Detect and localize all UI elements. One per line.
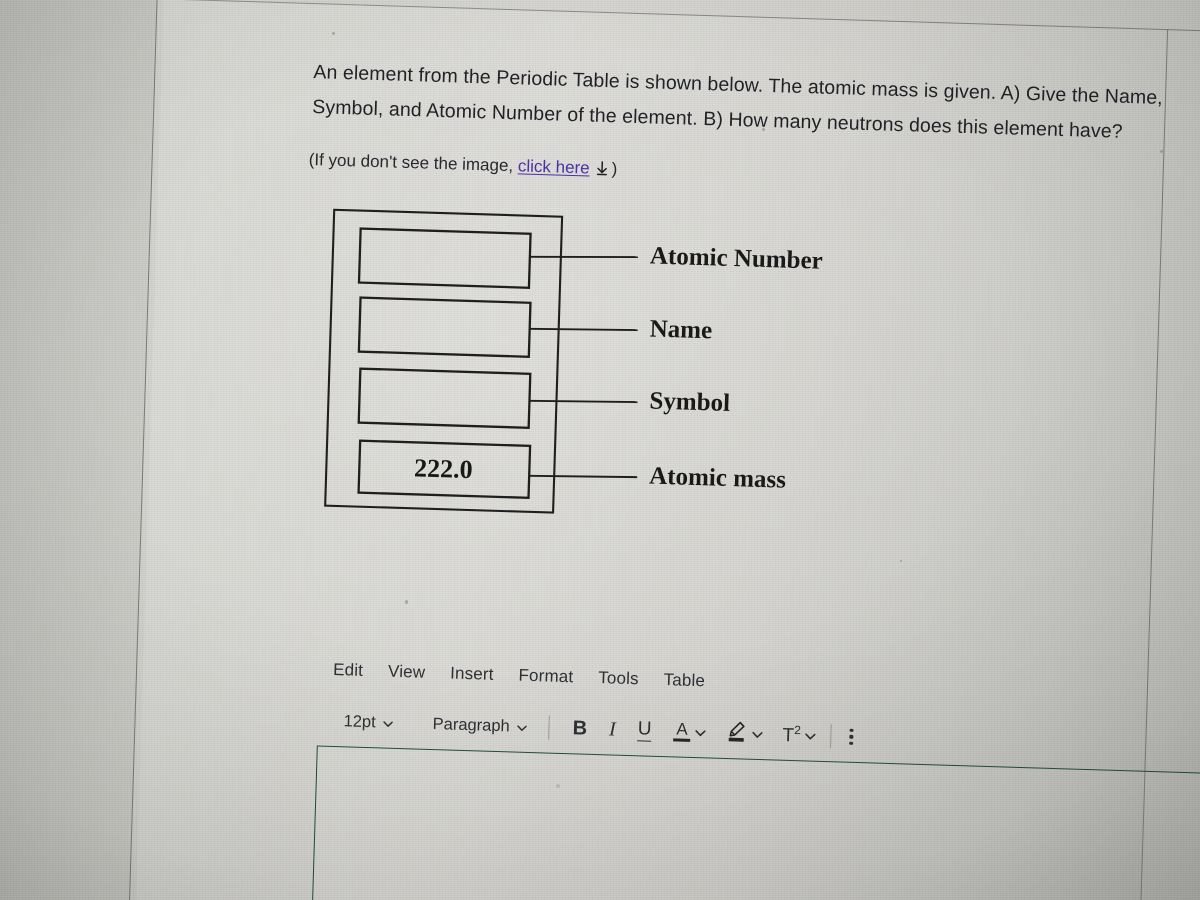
menu-item-edit[interactable]: Edit [333,660,363,681]
page-plane: An element from the Periodic Table is sh… [0,0,1200,900]
hint-suffix: ) [611,159,618,179]
element-diagram: 222.0 Atomic Number Name Symbol Atomic m… [320,202,850,538]
image-fallback-hint: (If you don't see the image, click here) [308,150,617,182]
superscript-button[interactable]: T2 [771,720,804,749]
toolbar-separator [830,724,833,749]
menu-item-view[interactable]: View [388,662,426,683]
dust-speck [1160,150,1163,153]
highlight-color-button[interactable] [714,716,751,750]
hint-prefix: (If you don't see the image, [308,149,519,176]
bold-button[interactable]: B [561,714,598,742]
inner-box-name [357,296,532,358]
atomic-mass-value: 222.0 [414,453,473,484]
toolbar-separator [548,715,551,740]
chevron-down-icon [516,720,529,733]
text-color-icon: A [673,719,691,743]
editor-menubar: Edit View Insert Format Tools Table [333,660,705,691]
answer-editor-body[interactable] [308,745,1200,900]
menu-item-tools[interactable]: Tools [598,668,639,689]
block-format-select[interactable]: Paragraph [424,712,537,738]
leader-line-symbol [529,399,638,404]
leader-line-name [529,327,638,332]
callout-symbol: Symbol [649,387,730,416]
question-prompt: An element from the Periodic Table is sh… [312,55,1200,155]
kebab-menu-icon[interactable] [837,728,865,745]
block-format-value: Paragraph [432,714,510,735]
kebab-dot [849,741,853,745]
monitor-photo-backdrop: An element from the Periodic Table is sh… [0,0,1200,900]
superscript-base: T [782,724,795,747]
click-here-link[interactable]: click here [518,156,590,177]
question-card: An element from the Periodic Table is sh… [125,0,1200,900]
underline-label: U [637,718,652,742]
download-arrow-icon[interactable] [594,160,610,182]
chevron-down-icon[interactable] [804,729,817,742]
element-diagram-svg: 222.0 Atomic Number Name Symbol Atomic m… [324,208,824,514]
dust-speck [556,784,560,788]
italic-label: I [608,717,617,741]
chevron-down-icon[interactable] [750,727,763,740]
menu-item-insert[interactable]: Insert [450,664,494,685]
text-color-swatch [673,738,691,743]
chevron-down-icon [382,716,395,729]
dust-speck [405,600,408,604]
kebab-dot [849,735,853,739]
kebab-dot [849,728,854,733]
editor-toolbar: 12pt Paragraph B I U A T2 [335,704,865,754]
callout-name: Name [649,315,712,344]
superscript-icon: T2 [782,723,801,748]
superscript-exponent: 2 [793,722,802,738]
text-color-letter: A [676,719,689,739]
italic-button[interactable]: I [598,716,627,744]
dust-speck [332,32,335,35]
dust-speck [900,560,902,562]
callout-atomic-number: Atomic Number [650,242,824,274]
callout-atomic-mass: Atomic mass [649,463,787,494]
bold-label: B [572,716,588,740]
highlighter-pen-icon [725,718,748,748]
inner-box-symbol [357,367,532,429]
leader-line-atomic-mass [529,474,638,479]
font-size-value: 12pt [343,711,376,731]
menu-item-format[interactable]: Format [518,666,573,688]
chevron-down-icon[interactable] [693,725,706,738]
inner-box-atomic-number [357,227,532,289]
dust-speck [762,128,765,131]
menu-item-table[interactable]: Table [663,670,705,691]
underline-button[interactable]: U [626,717,663,744]
text-color-button[interactable]: A [662,719,694,744]
leader-line-atomic-number [529,255,638,259]
font-size-select[interactable]: 12pt [335,710,403,735]
